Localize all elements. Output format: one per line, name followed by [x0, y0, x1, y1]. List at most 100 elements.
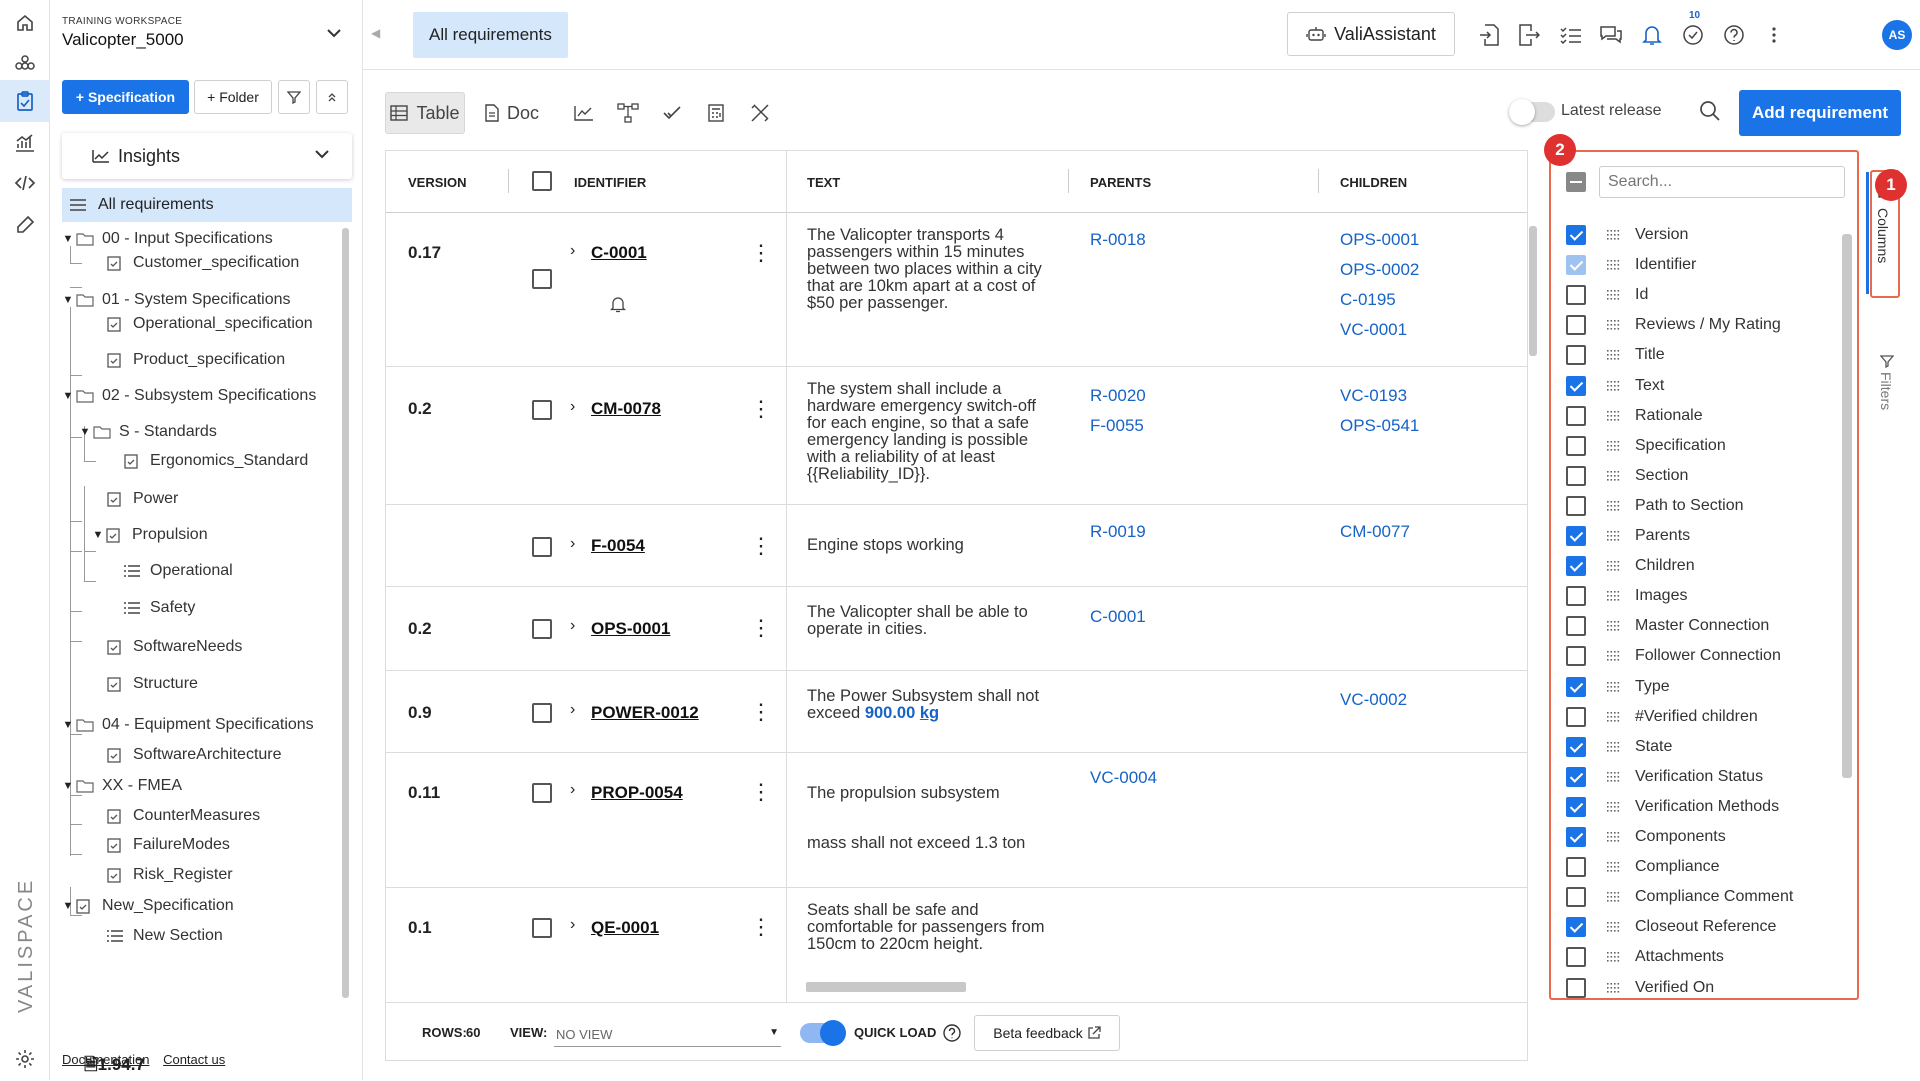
- column-checkbox[interactable]: [1566, 857, 1586, 878]
- column-checkbox[interactable]: [1566, 465, 1586, 486]
- analysis-icon[interactable]: [0, 122, 50, 164]
- column-checkbox[interactable]: [1566, 345, 1586, 366]
- column-option[interactable]: Parents: [1551, 521, 1841, 551]
- header-children[interactable]: CHILDREN: [1340, 175, 1407, 190]
- tree-folder[interactable]: ▼ S - Standards: [77, 419, 217, 445]
- row-checkbox[interactable]: [532, 918, 552, 938]
- drag-handle-icon[interactable]: [1606, 289, 1620, 301]
- tree-folder[interactable]: ▼ 01 - System Specifications: [60, 287, 291, 313]
- column-checkbox[interactable]: [1566, 706, 1586, 727]
- expand-chevron-icon[interactable]: ›: [570, 617, 575, 635]
- child-link[interactable]: OPS-0001: [1340, 225, 1419, 255]
- tree-spec[interactable]: Operational_specification: [107, 311, 313, 337]
- parent-link[interactable]: C-0001: [1090, 602, 1146, 632]
- row-identifier[interactable]: OPS-0001: [591, 619, 670, 639]
- child-link[interactable]: VC-0001: [1340, 315, 1419, 345]
- tree-spec[interactable]: FailureModes: [107, 832, 230, 858]
- header-version[interactable]: VERSION: [408, 175, 467, 190]
- column-checkbox[interactable]: [1566, 225, 1586, 245]
- help-icon[interactable]: [1721, 22, 1747, 48]
- code-icon[interactable]: [0, 162, 50, 204]
- column-checkbox[interactable]: [1566, 796, 1586, 817]
- row-identifier[interactable]: POWER-0012: [591, 703, 699, 723]
- insights-dropdown[interactable]: Insights: [62, 133, 352, 179]
- sidebar-scrollbar[interactable]: [342, 228, 349, 998]
- expand-chevron-icon[interactable]: ›: [570, 701, 575, 719]
- parent-link[interactable]: F-0055: [1090, 411, 1146, 441]
- drag-handle-icon[interactable]: [1606, 831, 1620, 843]
- more-vertical-icon[interactable]: [1761, 22, 1787, 48]
- column-checkbox[interactable]: [1566, 676, 1586, 697]
- row-menu-icon[interactable]: ⋮: [750, 781, 772, 803]
- row-identifier[interactable]: QE-0001: [591, 918, 659, 938]
- drag-handle-icon[interactable]: [1606, 711, 1620, 723]
- row-checkbox[interactable]: [532, 783, 552, 803]
- tree-spec[interactable]: Product_specification: [107, 347, 285, 373]
- row-text[interactable]: Seats shall be safe and comfortable for …: [807, 902, 1047, 953]
- column-checkbox[interactable]: [1566, 646, 1586, 667]
- quick-load-toggle[interactable]: [800, 1020, 846, 1046]
- column-option[interactable]: Title: [1551, 340, 1841, 370]
- drag-handle-icon[interactable]: [1606, 951, 1620, 963]
- drag-handle-icon[interactable]: [1606, 440, 1620, 452]
- parent-link[interactable]: R-0018: [1090, 225, 1146, 255]
- drag-handle-icon[interactable]: [1606, 380, 1620, 392]
- toggle-all-columns-checkbox[interactable]: [1566, 172, 1586, 192]
- settings-icon[interactable]: [0, 1038, 50, 1080]
- row-value[interactable]: 900.00: [865, 704, 915, 722]
- view-select[interactable]: NO VIEW ▼: [554, 1019, 781, 1047]
- import-icon[interactable]: [1476, 22, 1502, 48]
- tree-spec[interactable]: Risk_Register: [107, 862, 233, 888]
- row-text[interactable]: The Valicopter shall be able to operate …: [807, 604, 1047, 638]
- table-horizontal-scrollbar-right[interactable]: [790, 978, 1528, 994]
- tab-tools[interactable]: [745, 92, 775, 134]
- column-checkbox[interactable]: [1566, 827, 1586, 847]
- tab-tree[interactable]: [613, 92, 643, 134]
- requirements-icon[interactable]: [0, 80, 50, 122]
- drag-handle-icon[interactable]: [1606, 470, 1620, 482]
- row-text[interactable]: The system shall include a hardware emer…: [807, 381, 1047, 483]
- row-text[interactable]: Engine stops working: [807, 537, 1047, 554]
- workspace-selector[interactable]: TRAINING WORKSPACE Valicopter_5000: [62, 16, 352, 56]
- chat-icon[interactable]: [1598, 22, 1624, 48]
- filter-button[interactable]: [278, 80, 310, 114]
- column-option[interactable]: Follower Connection: [1551, 641, 1841, 671]
- row-identifier[interactable]: F-0054: [591, 536, 645, 556]
- child-link[interactable]: C-0195: [1340, 285, 1419, 315]
- row-menu-icon[interactable]: ⋮: [750, 701, 772, 723]
- column-option[interactable]: Closeout Reference: [1551, 912, 1841, 942]
- row-text[interactable]: The propulsion subsystem: [807, 785, 1047, 802]
- table-row[interactable]: › F-0054 ⋮ Engine stops working R-0019 C…: [386, 505, 1527, 587]
- collapse-sidebar-icon[interactable]: ◀: [371, 26, 380, 40]
- home-icon[interactable]: [0, 2, 50, 44]
- collapse-all-button[interactable]: [316, 80, 348, 114]
- column-option[interactable]: Reviews / My Rating: [1551, 310, 1841, 340]
- tree-spec[interactable]: ▼ Propulsion: [90, 522, 208, 548]
- header-parents[interactable]: PARENTS: [1090, 175, 1151, 190]
- row-identifier[interactable]: CM-0078: [591, 399, 661, 419]
- row-menu-icon[interactable]: ⋮: [750, 617, 772, 639]
- tree-spec[interactable]: CounterMeasures: [107, 803, 260, 829]
- row-checkbox[interactable]: [532, 703, 552, 723]
- row-menu-icon[interactable]: ⋮: [750, 398, 772, 420]
- column-option[interactable]: Compliance: [1551, 852, 1841, 882]
- parent-link[interactable]: R-0019: [1090, 517, 1146, 547]
- table-horizontal-scrollbar-left[interactable]: [388, 978, 784, 994]
- child-link[interactable]: CM-0077: [1340, 517, 1410, 547]
- tree-section[interactable]: Operational: [124, 558, 233, 584]
- column-option[interactable]: Version: [1551, 220, 1841, 250]
- column-checkbox[interactable]: [1566, 255, 1586, 276]
- column-option[interactable]: Verified On: [1551, 973, 1841, 999]
- column-option[interactable]: State: [1551, 732, 1841, 762]
- row-text-line2[interactable]: mass shall not exceed 1.3 ton: [807, 835, 1047, 852]
- help-icon[interactable]: [942, 1023, 962, 1043]
- select-all-checkbox[interactable]: [532, 171, 552, 191]
- expand-chevron-icon[interactable]: ›: [570, 916, 575, 934]
- tree-spec[interactable]: Power: [107, 486, 178, 512]
- tab-verification[interactable]: [657, 92, 687, 134]
- column-option[interactable]: Specification: [1551, 431, 1841, 461]
- checklist-icon[interactable]: [1558, 22, 1584, 48]
- parent-link[interactable]: R-0020: [1090, 381, 1146, 411]
- drag-handle-icon[interactable]: [1606, 319, 1620, 331]
- tree-spec[interactable]: Ergonomics_Standard: [124, 448, 308, 474]
